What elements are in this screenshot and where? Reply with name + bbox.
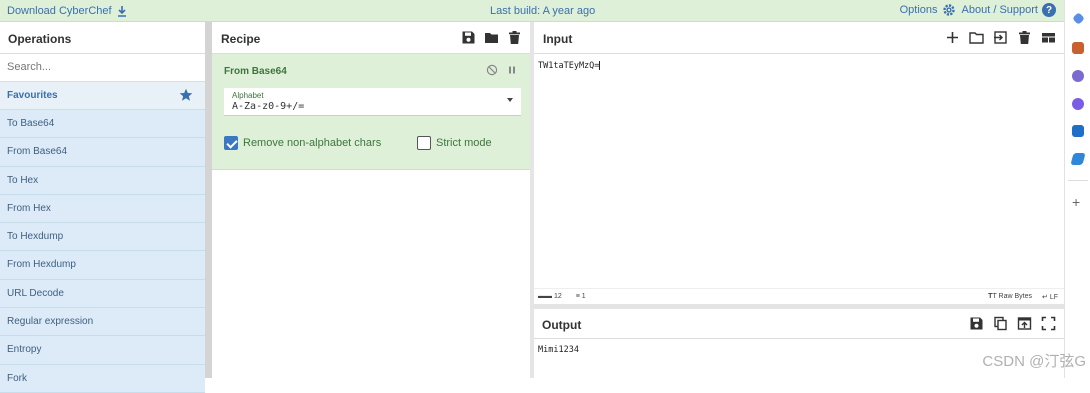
open-folder-icon[interactable] (969, 30, 984, 45)
output-text: Mimi1234 (538, 345, 579, 355)
text-cursor (599, 61, 601, 70)
search-input[interactable]: Search... (0, 54, 205, 82)
disable-operation-icon[interactable] (486, 64, 498, 76)
favourites-category[interactable]: Favourites (0, 82, 205, 110)
lines-stat: ≡ 1 (575, 293, 586, 300)
output-title: Output (542, 318, 582, 332)
about-support-button[interactable]: About / Support ? (962, 3, 1056, 17)
remove-non-alphabet-checkbox[interactable]: Remove non-alphabet chars (224, 136, 381, 150)
operation-item[interactable]: From Hexdump (0, 251, 205, 280)
replace-input-icon[interactable] (1017, 316, 1032, 331)
operation-item[interactable]: Entropy (0, 336, 205, 365)
save-recipe-icon[interactable] (461, 30, 476, 45)
help-icon: ? (1042, 3, 1056, 17)
outlook-icon[interactable] (1072, 125, 1084, 137)
load-recipe-folder-icon[interactable] (484, 30, 499, 45)
top-banner: Download CyberChef Last build: A year ag… (0, 0, 1064, 22)
operations-title: Operations (0, 22, 205, 54)
watermark: CSDN @汀弦G (982, 353, 1086, 370)
chevron-down-icon (507, 98, 513, 102)
last-build-text: Last build: A year ago (490, 5, 596, 17)
operation-item[interactable]: URL Decode (0, 279, 205, 309)
input-status-bar: ▬▬ 12 ≡ 1 TT Raw Bytes ↵ LF (534, 288, 1064, 304)
alphabet-value: A-Za-z0-9+/= (232, 101, 305, 112)
remove-non-alphabet-label: Remove non-alphabet chars (243, 137, 382, 149)
maximise-output-icon[interactable] (1041, 316, 1056, 331)
pause-operation-icon[interactable] (506, 64, 518, 76)
star-icon (179, 88, 193, 101)
clear-input-trash-icon[interactable] (1017, 30, 1032, 45)
people-icon[interactable] (1072, 70, 1084, 82)
raw-bytes-label: Raw Bytes (998, 293, 1033, 300)
input-text: TW1taTEyMzQ= (538, 61, 600, 71)
download-link[interactable]: Download CyberChef (7, 5, 128, 17)
recipe-panel: Recipe From Base64 Alphabet A-Za-z0-9+/=… (212, 22, 530, 378)
about-label: About / Support (961, 4, 1038, 16)
input-title: Input (543, 32, 573, 46)
save-output-icon[interactable] (969, 316, 984, 331)
tag-icon[interactable] (1072, 12, 1085, 25)
alphabet-label: Alphabet (232, 91, 264, 100)
operation-item[interactable]: From Base64 (0, 138, 205, 167)
operation-item[interactable]: From Hex (0, 194, 205, 224)
briefcase-icon[interactable] (1072, 42, 1084, 54)
eol-label: LF (1049, 294, 1058, 301)
operation-item[interactable]: Fork (0, 364, 205, 393)
eol-button[interactable]: ↵ LF (1042, 293, 1058, 301)
length-stat: ▬▬ 12 (538, 293, 562, 300)
recipe-operation-name: From Base64 (224, 66, 287, 77)
operation-item[interactable]: To Base64 (0, 110, 205, 139)
io-panel: Input TW1taTEyMzQ= ▬▬ 12 ≡ 1 TT Raw Byte… (534, 22, 1064, 378)
gear-icon (942, 4, 955, 16)
copilot-icon[interactable] (1072, 98, 1084, 110)
checkbox-checked-icon (224, 136, 238, 150)
recipe-operation-card[interactable]: From Base64 Alphabet A-Za-z0-9+/= Remove… (212, 54, 530, 170)
options-label: Options (899, 4, 938, 16)
add-tab-plus-icon[interactable] (945, 30, 960, 45)
recipe-header: Recipe (212, 22, 530, 54)
open-file-icon[interactable] (993, 30, 1008, 45)
input-header: Input (534, 22, 1064, 54)
operation-item[interactable]: Regular expression (0, 308, 205, 337)
options-button[interactable]: Options (900, 3, 956, 17)
encoding-button[interactable]: TT Raw Bytes (988, 293, 1032, 301)
copy-output-icon[interactable] (993, 316, 1008, 331)
send-icon[interactable] (1070, 153, 1086, 165)
add-plus-icon[interactable]: + (1072, 194, 1086, 210)
checkbox-unchecked-icon (417, 136, 431, 150)
operations-recipe-splitter[interactable] (205, 22, 212, 378)
browser-sidebar: + (1064, 0, 1090, 378)
reset-layout-icon[interactable] (1041, 30, 1056, 45)
strict-mode-checkbox[interactable]: Strict mode (417, 136, 492, 150)
lines-value: 1 (581, 293, 586, 300)
strict-mode-label: Strict mode (436, 137, 492, 149)
sidebar-divider (1068, 180, 1088, 181)
download-icon (117, 6, 126, 17)
operation-item[interactable]: To Hexdump (0, 223, 205, 252)
clear-recipe-trash-icon[interactable] (507, 30, 522, 45)
download-label: Download CyberChef (7, 5, 112, 17)
operations-panel: Operations Search... Favourites To Base6… (0, 22, 205, 393)
length-value: 12 (553, 293, 562, 300)
operation-item[interactable]: To Hex (0, 166, 205, 195)
input-textarea[interactable]: TW1taTEyMzQ= (534, 54, 1064, 308)
recipe-title: Recipe (221, 32, 261, 46)
output-header: Output (534, 309, 1064, 339)
alphabet-select[interactable]: Alphabet A-Za-z0-9+/= (224, 88, 521, 116)
favourites-label: Favourites (7, 90, 58, 101)
